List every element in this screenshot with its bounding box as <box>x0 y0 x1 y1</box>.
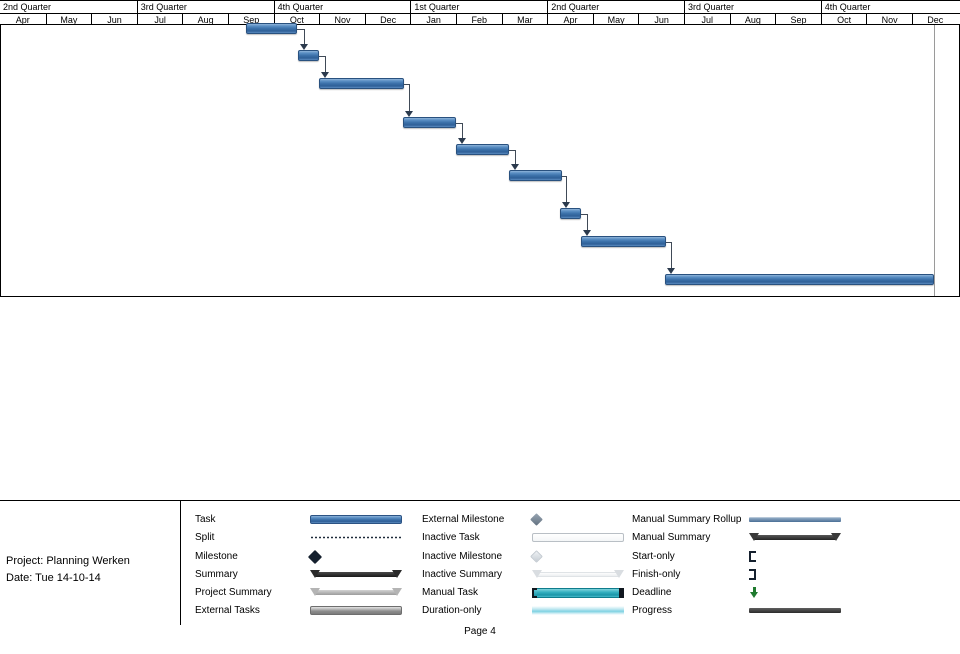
dependency-arrow-icon <box>511 164 519 170</box>
legend-swatch-duration-icon <box>532 606 624 616</box>
dependency-arrow-icon <box>583 230 591 236</box>
dependency-arrow-icon <box>321 72 329 78</box>
swatch-cap-left <box>749 533 759 542</box>
gantt-task-bar[interactable] <box>246 23 297 34</box>
gantt-task-bar[interactable] <box>560 208 581 219</box>
quarter-cell: 4th Quarter <box>273 1 411 13</box>
swatch-cap-right <box>392 569 402 578</box>
quarter-cell: 1st Quarter <box>410 1 547 13</box>
swatch-cap-left <box>310 569 320 578</box>
gantt-task-bar[interactable] <box>298 50 319 61</box>
project-info-text: Project: Planning Werken Date: Tue 14-10… <box>6 553 130 587</box>
gantt-task-bar[interactable] <box>456 144 509 155</box>
quarter-cell: 3rd Quarter <box>136 1 274 13</box>
dependency-link-segment <box>304 28 305 45</box>
legend-swatch-milestone-icon <box>307 549 323 564</box>
project-info-box: Project: Planning Werken Date: Tue 14-10… <box>0 500 181 625</box>
gantt-task-bar[interactable] <box>665 274 934 285</box>
swatch-bar <box>537 571 619 577</box>
legend-swatch-inact-task-icon <box>532 533 624 543</box>
gantt-task-bar[interactable] <box>581 236 666 247</box>
swatch-cap-left <box>532 569 542 578</box>
legend-swatch-start-only-icon <box>749 550 761 563</box>
legend-swatch-deadline-icon <box>749 586 761 599</box>
legend-item-label: Manual Task <box>422 587 478 599</box>
dependency-link-segment <box>566 175 567 203</box>
legend-item-label: Deadline <box>632 587 672 599</box>
gantt-task-bar[interactable] <box>319 78 404 89</box>
legend-item-label: Manual Summary Rollup <box>632 514 742 525</box>
quarter-cell: 2nd Quarter <box>547 1 684 13</box>
quarter-cell: 4th Quarter <box>820 1 958 13</box>
swatch-bracket <box>749 550 756 562</box>
gantt-task-bar[interactable] <box>403 117 456 128</box>
legend-swatch-finish-only-icon <box>749 568 761 581</box>
swatch-inner-left <box>534 590 537 597</box>
legend-swatch-progress-icon <box>749 608 841 614</box>
legend-swatch-manual-rollup-icon <box>749 517 841 522</box>
chart-right-divider <box>934 25 935 296</box>
swatch-bar <box>754 535 836 541</box>
legend-item-label: Finish-only <box>632 568 681 580</box>
legend-item-label: Task <box>195 514 216 525</box>
dependency-link-segment <box>671 241 672 269</box>
dependency-link-segment <box>325 55 326 73</box>
swatch-cap-left <box>310 588 320 597</box>
quarter-cell: 3rd Quarter <box>684 1 821 13</box>
legend-item-label: Duration-only <box>422 605 482 617</box>
legend-swatch-summary-icon <box>310 569 402 580</box>
legend-swatch-split-icon <box>310 536 402 540</box>
arrow-head <box>750 592 758 599</box>
swatch-cap-right <box>831 533 841 542</box>
project-date-line: Date: Tue 14-10-14 <box>6 572 101 584</box>
dependency-arrow-icon <box>562 202 570 208</box>
legend-swatch-manualsummary-icon <box>749 532 841 543</box>
legend-item-label: Inactive Task <box>422 532 480 544</box>
legend-item-label: Split <box>195 532 215 544</box>
legend-item-label: Start-only <box>632 550 675 562</box>
legend-item-label: Progress <box>632 605 673 617</box>
dependency-arrow-icon <box>300 44 308 50</box>
legend-swatch-manual-task-icon <box>532 588 624 599</box>
project-name-line: Project: Planning Werken <box>6 555 130 567</box>
legend-item-label: Manual Summary <box>632 532 711 544</box>
dependency-link-segment <box>515 149 516 165</box>
swatch-bar <box>315 571 397 577</box>
legend-item-label: Inactive Summary <box>422 568 503 580</box>
legend-swatch-inact-milestone-icon <box>530 549 543 563</box>
legend-item-label: Inactive Milestone <box>422 550 503 562</box>
gantt-task-bar[interactable] <box>509 170 562 181</box>
legend-item-label: External Milestone <box>422 514 505 525</box>
timescale-header: 2nd Quarter 3rd Quarter 4th Quarter 1st Qua… <box>0 0 960 26</box>
dependency-arrow-icon <box>405 111 413 117</box>
legend-swatch-task-icon <box>310 515 402 524</box>
legend-swatch-inact-summary-icon <box>532 569 624 580</box>
dependency-arrow-icon <box>458 138 466 144</box>
page-footer-region: Project: Planning Werken Date: Tue 14-10… <box>0 500 960 654</box>
legend-swatch-ext-task-icon <box>310 606 402 616</box>
quarter-cell: 2nd Quarter <box>3 2 52 12</box>
swatch-bracket <box>749 568 756 580</box>
page-number: Page 4 <box>464 626 496 637</box>
swatch-bar <box>315 590 397 596</box>
dependency-link-segment <box>409 83 410 112</box>
gantt-chart-area[interactable] <box>0 23 960 297</box>
legend-box: Task Split Milestone Summary Project Summary… <box>181 500 960 625</box>
swatch-cap-right <box>392 588 402 597</box>
legend-item-label: External Tasks <box>195 605 260 617</box>
legend-item-label: Summary <box>195 568 238 580</box>
legend-item-label: Milestone <box>195 550 238 562</box>
quarter-tier: 2nd Quarter 3rd Quarter 4th Quarter 1st Qua… <box>0 1 960 13</box>
dependency-link-segment <box>462 122 463 139</box>
legend-swatch-ext-milestone-icon <box>530 513 543 526</box>
swatch-inner-right <box>619 590 622 597</box>
legend-item-label: Project Summary <box>195 587 272 599</box>
dependency-link-segment <box>587 213 588 231</box>
swatch-cap-right <box>614 569 624 578</box>
dependency-link-segment <box>297 28 304 30</box>
legend-swatch-projsummary-icon <box>310 587 402 598</box>
dependency-arrow-icon <box>667 268 675 274</box>
